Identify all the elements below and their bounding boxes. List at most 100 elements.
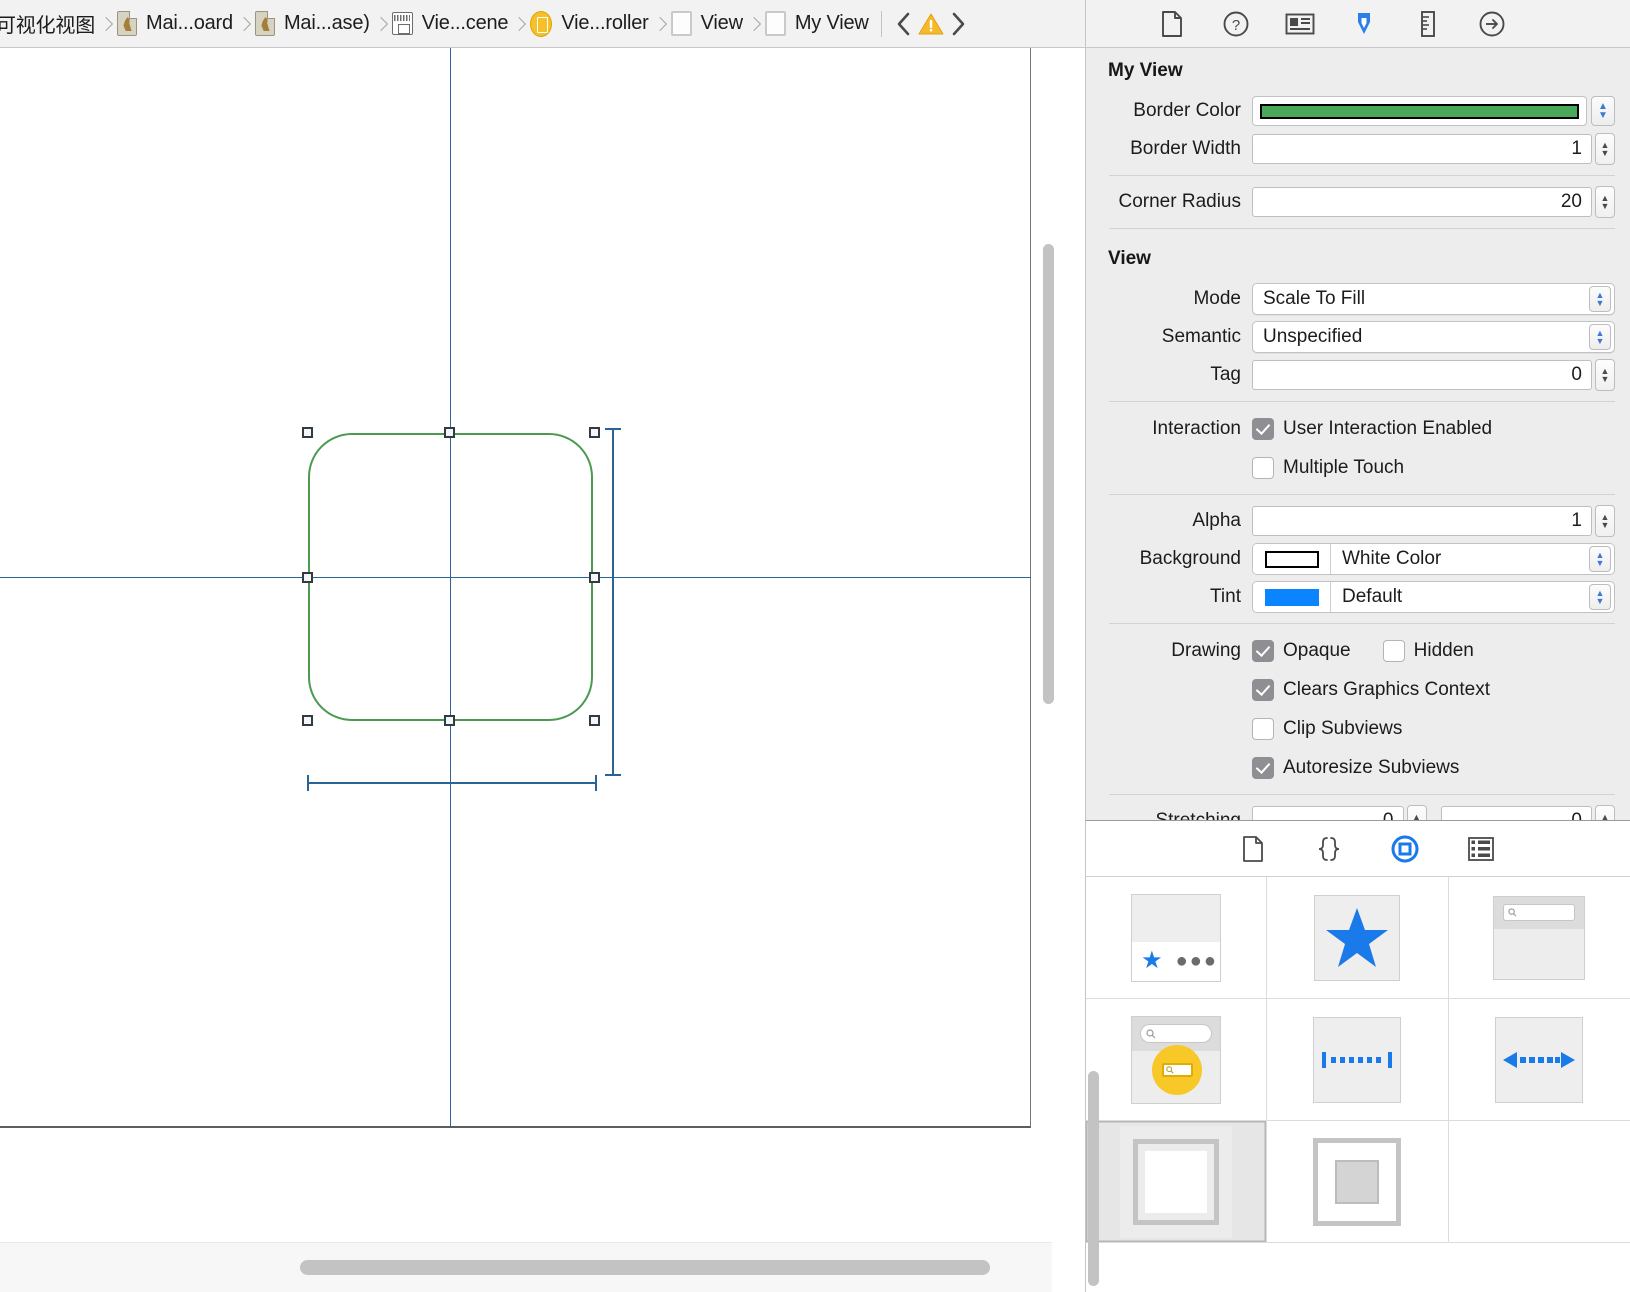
- storyboard-doc-icon: [254, 11, 275, 36]
- multiple-touch-checkbox[interactable]: [1252, 456, 1274, 479]
- library-panel[interactable]: ★ ●●●: [1085, 820, 1630, 1292]
- border-color-picker-arrows[interactable]: ▲ ▼: [1591, 96, 1615, 126]
- background-color-select[interactable]: White Color ▲ ▼: [1252, 543, 1615, 575]
- background-color-swatch: [1264, 550, 1319, 568]
- resize-handle-bottom-right[interactable]: [589, 715, 600, 726]
- library-item-search-bar-with-badge[interactable]: [1086, 999, 1268, 1121]
- clears-graphics-context-checkbox[interactable]: [1252, 678, 1274, 701]
- breadcrumb-item-view[interactable]: View: [669, 0, 745, 47]
- library-item-flexible-space-arrows[interactable]: [1448, 999, 1630, 1121]
- canvas-document[interactable]: [0, 48, 1031, 1128]
- file-inspector-icon[interactable]: [1156, 8, 1188, 40]
- corner-radius-input[interactable]: 20: [1252, 187, 1592, 217]
- media-library-icon[interactable]: [1464, 832, 1498, 866]
- attributes-inspector-panel[interactable]: My View Border Color ▲ ▼ Border Width 1: [1085, 48, 1630, 820]
- stretching-x-stepper[interactable]: ▲ ▼: [1406, 805, 1427, 820]
- border-width-stepper[interactable]: ▲ ▼: [1595, 133, 1615, 165]
- bottom-constraint-line[interactable]: [307, 782, 597, 784]
- hidden-label: Hidden: [1413, 639, 1474, 661]
- library-item-view[interactable]: [1086, 1121, 1268, 1243]
- library-item-star[interactable]: [1267, 877, 1449, 999]
- dotted-segment-icon: [1313, 1016, 1402, 1103]
- breadcrumb-item-my-view[interactable]: My View: [763, 0, 871, 47]
- chevron-left-icon[interactable]: [892, 11, 916, 37]
- resize-handle-middle-right[interactable]: [589, 572, 600, 583]
- library-scrollbar[interactable]: [1088, 1071, 1099, 1286]
- resize-handle-bottom-left[interactable]: [302, 715, 313, 726]
- row-clears-graphics-context: Clears Graphics Context: [1100, 670, 1630, 709]
- stretching-y-input[interactable]: 0: [1440, 806, 1592, 820]
- breadcrumb-separator-icon: [510, 0, 528, 47]
- semantic-select[interactable]: Unspecified ▲ ▼: [1252, 321, 1615, 353]
- breadcrumb-separator-icon: [745, 0, 763, 47]
- resize-handle-top-left[interactable]: [302, 427, 313, 438]
- breadcrumb-item-view-controller[interactable]: Vie...roller: [528, 0, 650, 47]
- tag-input[interactable]: 0: [1252, 360, 1592, 390]
- label-interaction: Interaction: [1152, 417, 1241, 439]
- resize-handle-top-right[interactable]: [589, 427, 600, 438]
- attributes-inspector-icon[interactable]: [1348, 8, 1380, 40]
- size-inspector-icon[interactable]: [1412, 8, 1444, 40]
- multiple-touch-checkbox-row[interactable]: Multiple Touch: [1252, 450, 1615, 485]
- warning-triangle-icon[interactable]: [916, 12, 946, 36]
- svg-text:?: ?: [1232, 17, 1240, 34]
- row-semantic: Semantic Unspecified ▲ ▼: [1100, 318, 1630, 356]
- tag-stepper[interactable]: ▲ ▼: [1595, 359, 1615, 391]
- mode-select[interactable]: Scale To Fill ▲ ▼: [1252, 283, 1615, 315]
- resize-handle-top-center[interactable]: [444, 427, 455, 438]
- stretching-x-input[interactable]: 0: [1252, 806, 1404, 820]
- user-interaction-enabled-checkbox-row[interactable]: User Interaction Enabled: [1252, 411, 1615, 446]
- file-template-library-icon[interactable]: [1236, 832, 1270, 866]
- quick-help-inspector-icon[interactable]: ?: [1220, 8, 1252, 40]
- label-semantic: Semantic: [1161, 326, 1241, 347]
- canvas-horizontal-scrollbar-track[interactable]: [0, 1242, 1052, 1292]
- clip-subviews-checkbox[interactable]: [1252, 717, 1274, 740]
- autoresize-subviews-checkbox[interactable]: [1252, 756, 1274, 779]
- corner-radius-stepper[interactable]: ▲ ▼: [1595, 186, 1615, 218]
- xcode-interface-builder-window: 可视化视图 Mai...oard Mai...ase) Vie...cene V…: [0, 0, 1630, 1292]
- library-item-nav-bar-with-star-and-more[interactable]: ★ ●●●: [1086, 877, 1268, 999]
- resize-handle-middle-left[interactable]: [302, 572, 313, 583]
- design-canvas[interactable]: [0, 48, 1085, 1292]
- breadcrumb-item-visualization[interactable]: 可视化视图: [0, 0, 97, 47]
- background-color-swatch-box: [1253, 544, 1331, 574]
- library-item-container-view[interactable]: [1267, 1121, 1449, 1243]
- library-item-empty: [1448, 1121, 1630, 1243]
- chevron-right-icon[interactable]: [946, 11, 970, 37]
- breadcrumb-item-view-controller-scene[interactable]: Vie...cene: [390, 0, 511, 47]
- storyboard-doc-icon: [117, 11, 137, 36]
- code-snippet-library-icon[interactable]: [1312, 832, 1346, 866]
- library-item-search-bar-panel[interactable]: [1448, 877, 1630, 999]
- tint-color-select[interactable]: Default ▲ ▼: [1252, 581, 1615, 613]
- label-corner-radius: Corner Radius: [1118, 191, 1242, 212]
- mode-value: Scale To Fill: [1263, 288, 1366, 309]
- breadcrumb-item-main-storyboard[interactable]: Mai...oard: [115, 0, 235, 47]
- autoresize-subviews-label: Autoresize Subviews: [1283, 756, 1460, 778]
- breadcrumb-item-main-base[interactable]: Mai...ase): [253, 0, 372, 47]
- stretching-y-stepper[interactable]: ▲ ▼: [1595, 805, 1615, 820]
- object-library-icon[interactable]: [1388, 832, 1422, 866]
- row-multiple-touch: Multiple Touch: [1100, 448, 1630, 487]
- connections-inspector-icon[interactable]: [1476, 8, 1508, 40]
- row-background: Background White Color ▲ ▼: [1100, 540, 1630, 578]
- alpha-stepper[interactable]: ▲ ▼: [1595, 505, 1615, 537]
- border-color-well[interactable]: [1252, 96, 1587, 126]
- library-item-horizontal-spacer[interactable]: [1267, 999, 1449, 1121]
- hidden-checkbox[interactable]: [1382, 639, 1405, 662]
- divider: [1109, 401, 1615, 402]
- user-interaction-enabled-checkbox[interactable]: [1252, 417, 1274, 440]
- view-icon: [670, 11, 692, 36]
- opaque-checkbox[interactable]: [1252, 639, 1274, 662]
- canvas-vertical-scrollbar[interactable]: [1043, 244, 1054, 704]
- resize-handle-bottom-center[interactable]: [444, 715, 455, 726]
- trailing-constraint-line[interactable]: [612, 428, 614, 776]
- row-mode: Mode Scale To Fill ▲ ▼: [1100, 280, 1630, 318]
- row-interaction: Interaction User Interaction Enabled: [1100, 409, 1630, 448]
- constraint-cap-left: [307, 775, 309, 791]
- selected-my-view[interactable]: [308, 433, 593, 721]
- view-controller-icon: [530, 10, 553, 37]
- canvas-horizontal-scrollbar-thumb[interactable]: [300, 1260, 990, 1275]
- alpha-input[interactable]: 1: [1252, 506, 1592, 536]
- border-width-input[interactable]: 1: [1252, 134, 1592, 164]
- identity-inspector-icon[interactable]: [1284, 8, 1316, 40]
